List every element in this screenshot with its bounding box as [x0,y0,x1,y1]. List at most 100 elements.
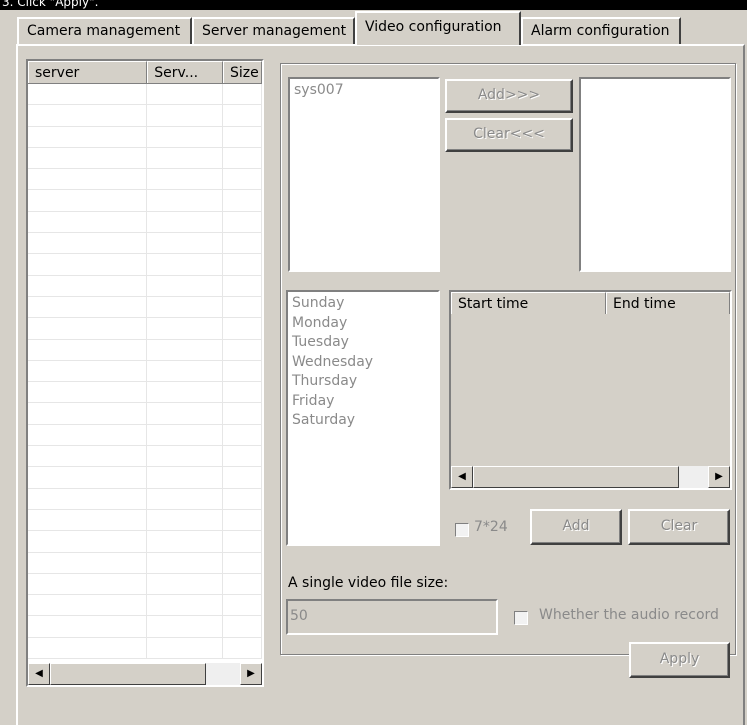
table-row[interactable] [28,190,262,212]
table-row[interactable] [28,126,262,148]
table-row[interactable] [28,467,262,489]
camera-item[interactable]: sys007 [290,79,438,103]
table-cell [223,233,262,254]
table-cell [223,126,262,147]
column-header-end-time[interactable]: End time [606,292,730,314]
weekday-item[interactable]: Tuesday [292,333,434,353]
weekday-list[interactable]: Sunday Monday Tuesday Wednesday Thursday Frid… [286,290,440,546]
table-cell [147,190,224,211]
table-cell [28,275,148,296]
table-row[interactable] [28,169,262,191]
selected-camera-list[interactable] [579,77,731,272]
time-grid-hscrollbar[interactable]: ◀ ▶ [451,466,730,488]
clear-schedule-button[interactable]: Clear [628,509,730,545]
server-grid-hscrollbar[interactable]: ◀ ▶ [28,663,262,685]
table-row[interactable] [28,509,262,532]
table-row[interactable] [28,595,262,617]
table-row[interactable] [28,382,262,404]
table-cell [28,595,148,616]
table-cell [28,254,148,275]
add-schedule-button[interactable]: Add [530,509,622,545]
weekday-item[interactable]: Monday [292,314,434,334]
table-row[interactable] [28,488,262,510]
table-cell [147,233,224,254]
tab-label: Camera management [27,23,181,39]
table-cell [147,254,224,275]
weekday-item[interactable]: Saturday [292,411,434,431]
table-cell [28,233,148,254]
column-header-server-name[interactable]: Serv... [147,61,224,83]
always-record-checkbox[interactable] [455,523,469,537]
table-cell [223,339,262,360]
table-row[interactable] [28,318,262,340]
table-cell [223,169,262,190]
scroll-thumb[interactable] [473,466,679,488]
tab-camera-management[interactable]: Camera management [17,17,192,45]
table-cell [223,382,262,403]
scroll-right-arrow-icon[interactable]: ▶ [240,663,262,685]
table-row[interactable] [28,147,262,170]
table-row[interactable] [28,573,262,596]
table-row[interactable] [28,637,262,660]
available-camera-list[interactable]: sys007 [288,77,440,272]
table-row[interactable] [28,211,262,234]
video-configuration-panel: server Serv... Size ◀ ▶ sys007 Add>>> Cl… [16,44,745,725]
table-cell [28,488,148,509]
weekday-item[interactable]: Friday [292,392,434,412]
scroll-track[interactable] [206,663,240,685]
scroll-right-arrow-icon[interactable]: ▶ [708,466,730,488]
time-schedule-grid[interactable]: Start time End time ◀ ▶ [449,290,732,490]
table-cell [223,446,262,467]
clear-camera-button[interactable]: Clear<<< [445,118,573,152]
server-grid-rows [28,84,262,660]
column-header-start-time[interactable]: Start time [451,292,606,314]
scroll-left-arrow-icon[interactable]: ◀ [451,466,473,488]
table-row[interactable] [28,446,262,468]
table-row[interactable] [28,552,262,574]
table-row[interactable] [28,616,262,638]
file-size-input[interactable]: 50 [286,599,498,635]
table-cell [223,616,262,637]
table-row[interactable] [28,105,262,127]
add-camera-button[interactable]: Add>>> [445,79,573,113]
scroll-thumb[interactable] [50,663,206,685]
column-header-server[interactable]: server [28,61,148,83]
tab-video-configuration[interactable]: Video configuration [355,11,521,45]
table-cell [28,467,148,488]
table-cell [147,84,224,105]
table-row[interactable] [28,254,262,276]
table-cell [223,360,262,382]
table-cell [147,105,224,126]
button-label: Clear [660,518,698,534]
weekday-item[interactable]: Wednesday [292,353,434,373]
table-row[interactable] [28,233,262,255]
table-cell [28,169,148,190]
scroll-left-arrow-icon[interactable]: ◀ [28,663,50,685]
table-row[interactable] [28,84,262,106]
table-cell [223,509,262,531]
table-row[interactable] [28,275,262,297]
audio-record-checkbox[interactable] [514,611,528,625]
table-cell [223,403,262,424]
tab-label: Server management [202,23,347,39]
scroll-track[interactable] [679,466,708,488]
table-row[interactable] [28,403,262,425]
table-row[interactable] [28,424,262,447]
table-cell [28,84,148,105]
table-row[interactable] [28,531,262,553]
tab-alarm-configuration[interactable]: Alarm configuration [521,17,681,45]
table-cell [223,318,262,339]
tab-server-management[interactable]: Server management [192,17,355,45]
weekday-item[interactable]: Thursday [292,372,434,392]
table-cell [147,147,224,169]
table-row[interactable] [28,339,262,361]
table-cell [223,488,262,509]
table-cell [28,573,148,595]
column-header-size[interactable]: Size [223,61,262,83]
table-row[interactable] [28,360,262,383]
weekday-item[interactable]: Sunday [292,294,434,314]
server-grid[interactable]: server Serv... Size ◀ ▶ [26,59,264,687]
table-cell [147,595,224,616]
apply-button[interactable]: Apply [629,642,730,678]
table-row[interactable] [28,296,262,319]
